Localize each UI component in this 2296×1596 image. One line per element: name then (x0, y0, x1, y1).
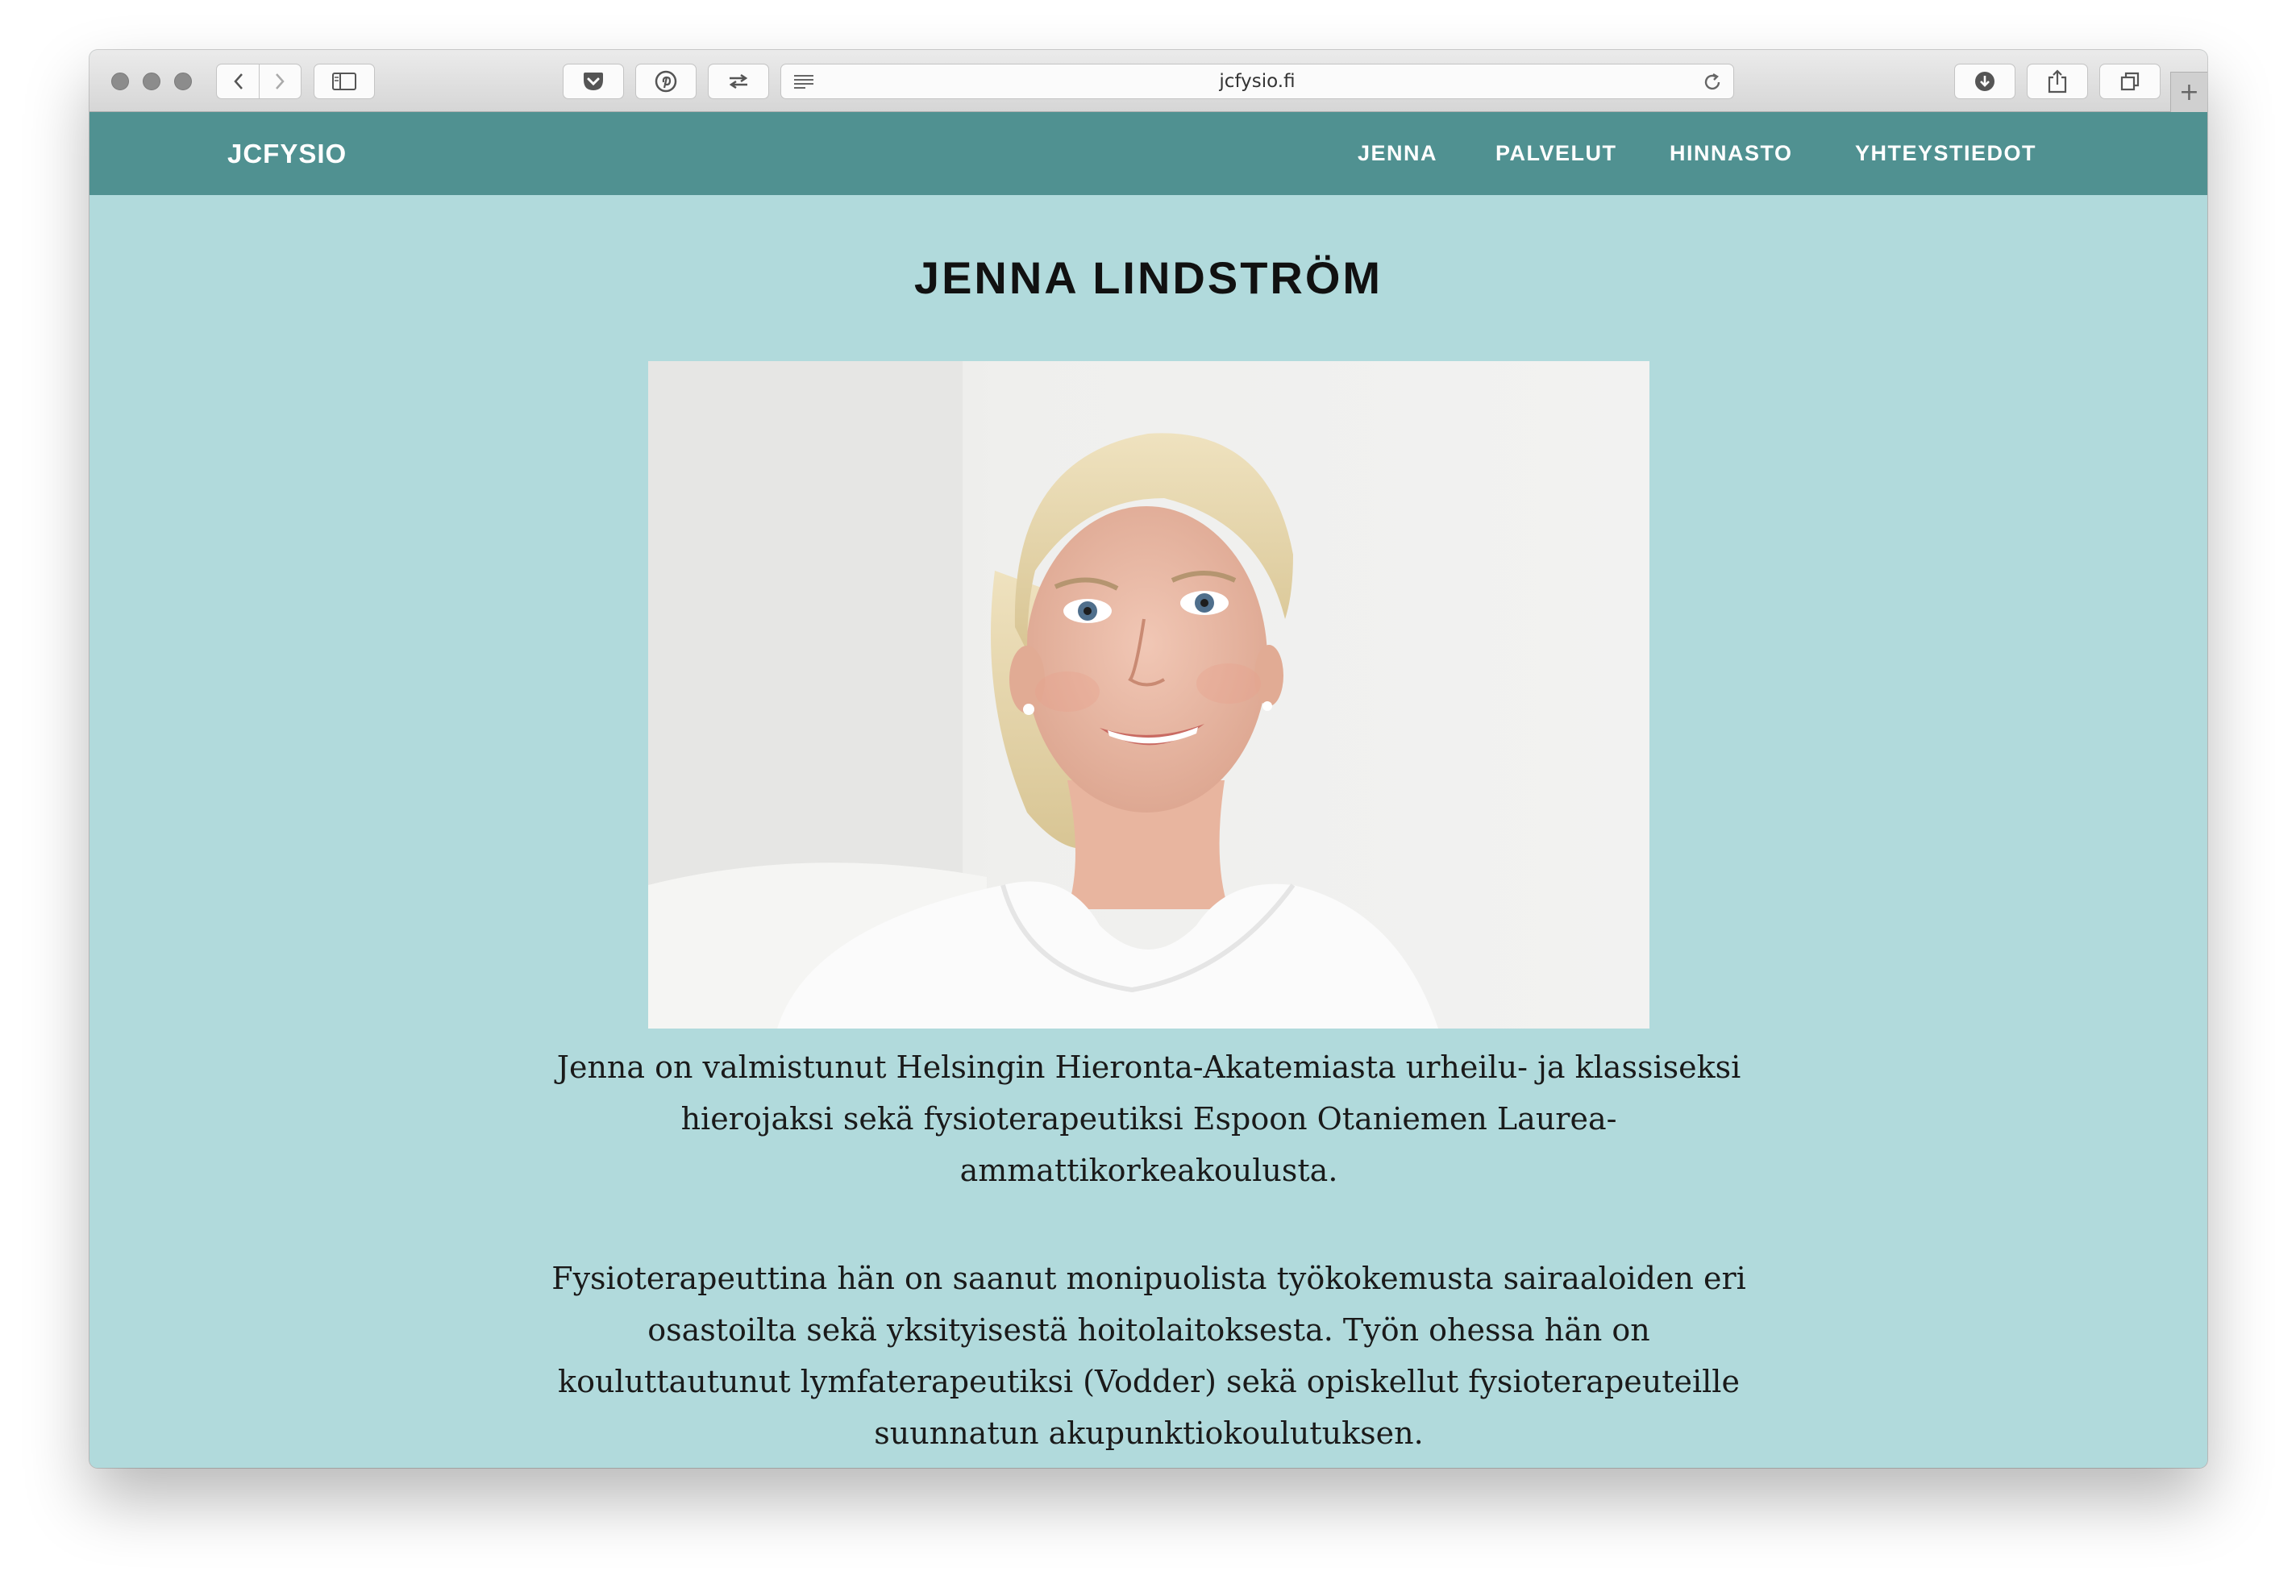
swap-arrows-icon (729, 73, 748, 89)
sidebar-icon (332, 73, 356, 90)
profile-photo (648, 361, 1649, 1029)
nav-link-yhteystiedot[interactable]: YHTEYSTIEDOT (1855, 112, 2036, 195)
chevron-right-icon (275, 73, 285, 89)
handoff-button[interactable] (708, 64, 769, 99)
tab-overview-button[interactable] (2099, 64, 2161, 99)
back-forward-buttons (216, 64, 302, 99)
url-text[interactable]: jcfysio.fi (781, 64, 1733, 98)
sidebar-button[interactable] (314, 64, 375, 99)
new-tab-button[interactable]: + (2170, 72, 2207, 112)
address-bar[interactable]: jcfysio.fi (780, 64, 1734, 99)
browser-toolbar: jcfysio.fi + (89, 50, 2207, 112)
bio-paragraph-1: Jenna on valmistunut Helsingin Hieronta-… (556, 1049, 1741, 1188)
pinterest-icon (655, 70, 677, 93)
page-content: JENNA LINDSTRÖM Jenna on valmistunut Hel… (89, 195, 2207, 1468)
pocket-button[interactable] (563, 64, 624, 99)
pocket-icon (584, 73, 603, 90)
site-logo[interactable]: JCFYSIO (227, 112, 347, 195)
zoom-window-button[interactable] (174, 73, 192, 90)
tabs-icon (2120, 72, 2140, 91)
share-icon (2048, 69, 2067, 94)
minimize-window-button[interactable] (143, 73, 160, 90)
nav-link-palvelut[interactable]: PALVELUT (1495, 112, 1617, 195)
nav-link-jenna[interactable]: JENNA (1358, 112, 1437, 195)
browser-window: jcfysio.fi + JCFYSIO JENNA PALVELUT HINN… (89, 50, 2207, 1468)
downloads-button[interactable] (1954, 64, 2015, 99)
page-title: JENNA LINDSTRÖM (913, 252, 1383, 303)
chevron-left-icon (233, 73, 243, 89)
nav-link-hinnasto[interactable]: HINNASTO (1670, 112, 1793, 195)
reload-icon[interactable] (1703, 73, 1722, 92)
download-icon (1975, 72, 1994, 91)
bio-paragraph-2: Fysioterapeuttina hän on saanut monipuol… (551, 1261, 1746, 1451)
share-button[interactable] (2027, 64, 2088, 99)
pinterest-button[interactable] (635, 64, 697, 99)
close-window-button[interactable] (111, 73, 129, 90)
site-navbar: JCFYSIO JENNA PALVELUT HINNASTO YHTEYSTI… (89, 112, 2207, 195)
forward-button[interactable] (258, 64, 301, 98)
back-button[interactable] (217, 64, 260, 98)
